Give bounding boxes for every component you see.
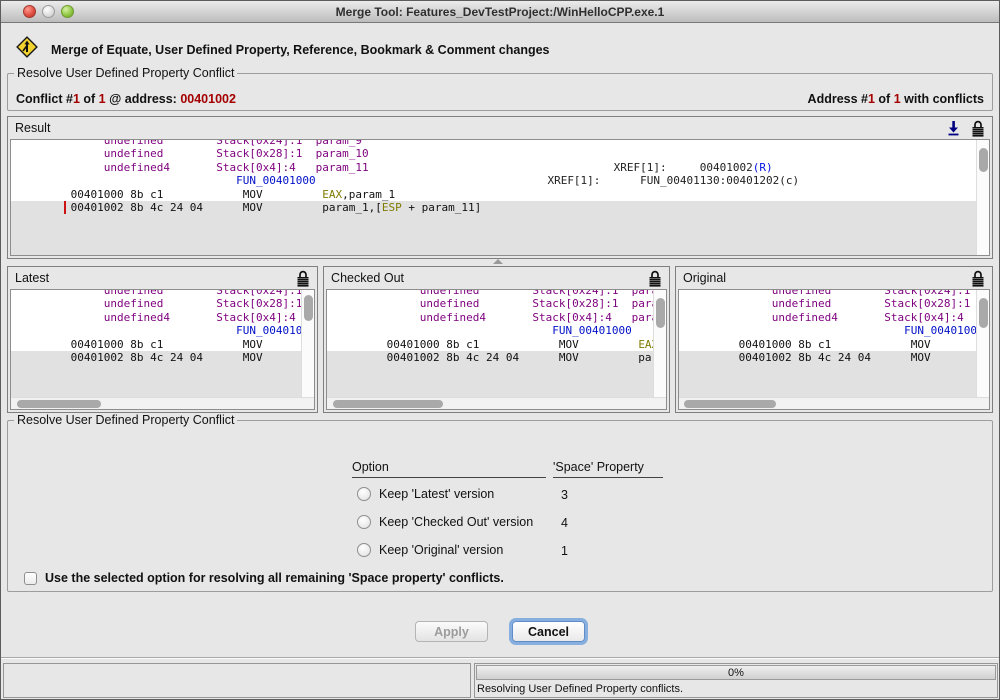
lock-icon[interactable] [648,270,662,287]
listing-line[interactable]: undefined4 Stack[0x4]:4 param_11 XREF[1]… [11,161,989,174]
latest-panel: Latest undefined Stack[0x24]:1 param_9 u… [7,266,318,413]
original-panel: Original undefined Stack[0x24]:1 param_9… [675,266,993,413]
listing-line[interactable]: undefined Stack[0x28]:1 param_10 [679,297,989,310]
listing-line[interactable]: FUN_00401000 XREF[1]: FUN_00401130:00401… [327,324,666,337]
address-counter: Address #1 of 1 with conflicts [808,92,984,106]
close-button[interactable] [23,5,36,18]
scroll-to-bottom-icon[interactable] [946,120,961,136]
checked-out-panel: Checked Out undefined Stack[0x24]:1 para… [323,266,670,413]
window-title: Merge Tool: Features_DevTestProject:/Win… [336,5,665,19]
status-left-panel [3,663,471,698]
progress-bar: 0% [476,665,996,680]
splitter-collapse-handle[interactable] [493,259,503,264]
listing-line[interactable]: 00401000 8b c1 MOV EAX,param_1 [679,338,989,351]
checked-out-space-value: 4 [561,516,568,530]
radio-label: Keep 'Checked Out' version [379,515,533,529]
listing-line[interactable]: 00401000 8b c1 MOV EAX,param_1 [11,188,989,201]
listing-line[interactable]: FUN_00401000 XREF[1]: FUN_00401130:00401… [679,324,989,337]
latest-horizontal-scrollbar[interactable] [11,397,314,409]
checkbox-label: Use the selected option for resolving al… [45,571,504,585]
conflict-info-group: Resolve User Defined Property Conflict C… [7,73,993,111]
apply-to-all-checkbox[interactable] [24,572,37,585]
latest-vertical-scrollbar[interactable] [301,290,314,397]
listing-line[interactable]: undefined4 Stack[0x4]:4 param_11 XREF[1]… [11,311,314,324]
listing-line[interactable]: 00401002 8b 4c 24 04 MOV param_1,[ESP + … [11,351,314,364]
listing-line[interactable]: FUN_00401000 XREF[1]: FUN_00401130:00401… [11,324,314,337]
resolve-options-group: Resolve User Defined Property Conflict O… [7,420,993,592]
progress-percent: 0% [728,667,744,679]
listing-line[interactable]: undefined Stack[0x28]:1 param_10 [11,297,314,310]
listing-line[interactable]: undefined Stack[0x28]:1 param_10 [327,297,666,310]
listing-empty-area [679,364,989,397]
listing-line[interactable]: undefined4 Stack[0x4]:4 param_11 XREF[1]… [679,311,989,324]
conflict-counter: Conflict #1 of 1 @ address: 00401002 [16,92,236,106]
listing-line[interactable]: 00401002 8b 4c 24 04 MOV param_1,[ESP + … [679,351,989,364]
listing-line[interactable]: FUN_00401000 XREF[1]: FUN_00401130:00401… [11,174,989,187]
radio-label: Keep 'Latest' version [379,487,494,501]
checked-out-horizontal-scrollbar[interactable] [327,397,666,409]
listing-line[interactable]: undefined Stack[0x24]:1 param_9 [679,289,989,297]
radio-label: Keep 'Original' version [379,543,503,557]
original-vertical-scrollbar[interactable] [976,290,989,397]
conflict-address: 00401002 [180,92,236,106]
result-panel: Result [7,116,993,259]
original-horizontal-scrollbar[interactable] [679,397,989,409]
listing-cursor [64,201,66,214]
apply-button[interactable]: Apply [415,621,488,642]
status-right-panel: 0% Resolving User Defined Property confl… [474,663,998,698]
lock-icon[interactable] [971,270,985,287]
minimize-button[interactable] [42,5,55,18]
window-titlebar[interactable]: Merge Tool: Features_DevTestProject:/Win… [1,1,999,23]
group-title: Resolve User Defined Property Conflict [14,413,237,427]
zoom-button[interactable] [61,5,74,18]
merge-sign-icon [15,35,39,64]
result-panel-title: Result [15,121,50,135]
radio-circle[interactable] [357,543,371,557]
listing-line[interactable]: undefined4 Stack[0x4]:4 param_11 XREF[1]… [327,311,666,324]
status-message: Resolving User Defined Property conflict… [477,683,683,695]
radio-circle[interactable] [357,487,371,501]
listing-line[interactable]: 00401002 8b 4c 24 04 MOV param_1,[ESP + … [327,351,666,364]
apply-to-all-checkbox-row[interactable]: Use the selected option for resolving al… [24,571,504,585]
listing-line[interactable]: undefined Stack[0x24]:1 param_9 [327,289,666,297]
result-vertical-scrollbar[interactable] [976,140,989,255]
group-title: Resolve User Defined Property Conflict [14,66,237,80]
listing-empty-area [11,214,989,255]
checked-out-vertical-scrollbar[interactable] [653,290,666,397]
space-property-column-header: 'Space' Property [553,460,663,478]
listing-empty-area [327,364,666,397]
keep-checked-out-radio[interactable]: Keep 'Checked Out' version [357,515,533,529]
listing-line[interactable]: undefined Stack[0x24]:1 param_9 [11,139,989,147]
status-divider [1,657,999,659]
original-space-value: 1 [561,544,568,558]
merge-phase-message: Merge of Equate, User Defined Property, … [51,43,550,57]
latest-panel-title: Latest [15,271,49,285]
keep-latest-radio[interactable]: Keep 'Latest' version [357,487,494,501]
latest-space-value: 3 [561,488,568,502]
original-panel-title: Original [683,271,726,285]
listing-line[interactable]: undefined Stack[0x24]:1 param_9 [11,289,314,297]
lock-icon[interactable] [296,270,310,287]
cancel-button[interactable]: Cancel [512,621,585,642]
option-column-header: Option [352,460,546,478]
listing-empty-area [11,364,314,397]
keep-original-radio[interactable]: Keep 'Original' version [357,543,503,557]
checked-out-panel-title: Checked Out [331,271,404,285]
listing-line[interactable]: undefined Stack[0x28]:1 param_10 [11,147,989,160]
lock-icon[interactable] [971,120,985,137]
listing-line[interactable]: 00401000 8b c1 MOV EAX,param_1 [327,338,666,351]
listing-line[interactable]: 00401002 8b 4c 24 04 MOV param_1,[ESP + … [11,201,989,214]
radio-circle[interactable] [357,515,371,529]
listing-line[interactable]: 00401000 8b c1 MOV EAX,param_1 [11,338,314,351]
